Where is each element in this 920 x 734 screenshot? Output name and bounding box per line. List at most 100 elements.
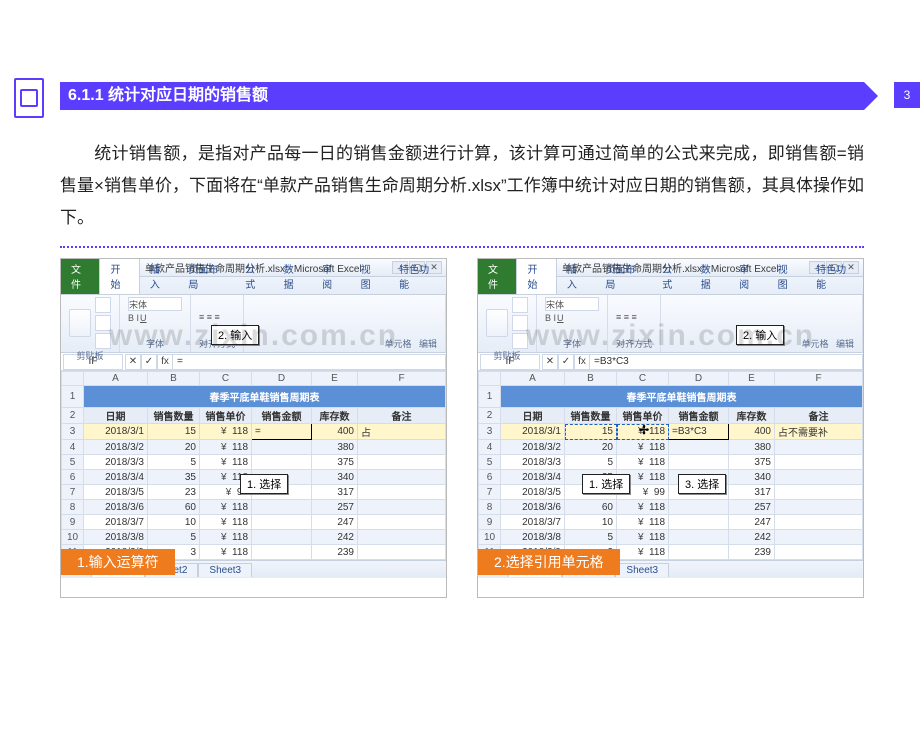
formula-input[interactable]: =	[173, 354, 446, 370]
row-head[interactable]: 6	[479, 470, 501, 485]
tab-insert[interactable]: 插入	[140, 259, 178, 294]
paste-button[interactable]	[69, 309, 91, 337]
tab-view[interactable]: 视图	[768, 259, 806, 294]
col-head[interactable]: D	[669, 372, 729, 386]
ribbon-group-align: ≡ ≡ ≡ 对齐方式	[608, 295, 661, 352]
col-head[interactable]: E	[312, 372, 358, 386]
col-head[interactable]: A	[84, 372, 148, 386]
tab-formulas[interactable]: 公式	[652, 259, 690, 294]
table-row[interactable]: 8 2018/3/6 60¥ 118 257	[479, 500, 863, 515]
ribbon-tabs: 文件 开始 插入 页面布局 公式 数据 审阅 视图 特色功能	[61, 277, 446, 295]
fx-enter-icon[interactable]: ✓	[558, 354, 574, 370]
row-head[interactable]: 3	[62, 424, 84, 440]
fx-enter-icon[interactable]: ✓	[141, 354, 157, 370]
table-row[interactable]: 8 2018/3/6 60¥ 118 257	[62, 500, 446, 515]
tab-home[interactable]: 开始	[516, 258, 556, 294]
row-head[interactable]: 7	[479, 485, 501, 500]
table-row[interactable]: 5 2018/3/3 5¥ 118 375	[479, 455, 863, 470]
row-head[interactable]: 3	[479, 424, 501, 440]
tab-file[interactable]: 文件	[61, 259, 99, 294]
sheet-tab[interactable]: Sheet3	[615, 563, 669, 577]
tab-view[interactable]: 视图	[351, 259, 389, 294]
tab-special[interactable]: 特色功能	[389, 259, 446, 294]
row-head[interactable]: 2	[62, 408, 84, 424]
table-row[interactable]: 3 2018/3/1 15¥ 118= 400占	[62, 424, 446, 440]
tab-insert[interactable]: 插入	[557, 259, 595, 294]
col-amount: 销售金额	[669, 408, 729, 424]
paste-button[interactable]	[486, 309, 508, 337]
row-head[interactable]: 10	[479, 530, 501, 545]
format-painter-button[interactable]	[512, 333, 528, 349]
sheet-tab[interactable]: Sheet3	[198, 563, 252, 577]
copy-button[interactable]	[512, 315, 528, 331]
row-head[interactable]: 7	[62, 485, 84, 500]
col-head[interactable]: B	[565, 372, 617, 386]
cut-button[interactable]	[95, 297, 111, 313]
tab-review[interactable]: 审阅	[312, 259, 350, 294]
intro-paragraph: 统计销售额，是指对产品每一日的销售金额进行计算，该计算可通过简单的公式来完成，即…	[60, 138, 864, 234]
col-head[interactable]: F	[775, 372, 863, 386]
cell-D3[interactable]: =	[252, 424, 312, 440]
font-name-combo[interactable]: 宋体	[128, 297, 182, 311]
table-title: 春季平底单鞋销售周期表	[501, 386, 863, 408]
tab-data[interactable]: 数据	[274, 259, 312, 294]
col-head[interactable]: C	[617, 372, 669, 386]
tab-formulas[interactable]: 公式	[235, 259, 273, 294]
row-head[interactable]: 2	[479, 408, 501, 424]
tab-layout[interactable]: 页面布局	[178, 259, 235, 294]
table-row[interactable]: 10 2018/3/8 5¥ 118 242	[479, 530, 863, 545]
tab-home[interactable]: 开始	[99, 258, 139, 294]
row-head[interactable]: 6	[62, 470, 84, 485]
row-head[interactable]: 9	[479, 515, 501, 530]
ribbon-group-clipboard: 剪贴板	[61, 295, 120, 352]
spreadsheet-grid[interactable]: ABCDEF1 春季平底单鞋销售周期表2 日期 销售数量 销售单价 销售金额 库…	[61, 371, 446, 560]
table-row[interactable]: 6 2018/3/4 35¥ 118 340	[479, 470, 863, 485]
table-row[interactable]: 7 2018/3/5 23¥ 99 317	[479, 485, 863, 500]
fx-insert-icon[interactable]: fx	[157, 354, 173, 370]
row-head[interactable]: 10	[62, 530, 84, 545]
cell-B3[interactable]: 15	[565, 424, 617, 440]
cut-button[interactable]	[512, 297, 528, 313]
tab-data[interactable]: 数据	[691, 259, 729, 294]
row-head[interactable]: 4	[479, 440, 501, 455]
col-head[interactable]: A	[501, 372, 565, 386]
formula-input[interactable]: =B3*C3	[590, 354, 863, 370]
format-painter-button[interactable]	[95, 333, 111, 349]
row-head[interactable]: 8	[62, 500, 84, 515]
row-head[interactable]: 8	[479, 500, 501, 515]
row-head[interactable]: 5	[62, 455, 84, 470]
fx-cancel-icon[interactable]: ✕	[542, 354, 558, 370]
col-head[interactable]: B	[148, 372, 200, 386]
tab-file[interactable]: 文件	[478, 259, 516, 294]
fx-cancel-icon[interactable]: ✕	[125, 354, 141, 370]
col-qty: 销售数量	[148, 408, 200, 424]
table-row[interactable]: 4 2018/3/2 20¥ 118 380	[62, 440, 446, 455]
cell-C3[interactable]: ✢¥ 118	[617, 424, 669, 440]
tab-special[interactable]: 特色功能	[806, 259, 863, 294]
table-row[interactable]: 4 2018/3/2 20¥ 118 380	[479, 440, 863, 455]
fx-insert-icon[interactable]: fx	[574, 354, 590, 370]
table-row[interactable]: 9 2018/3/7 10¥ 118 247	[62, 515, 446, 530]
col-head[interactable]: C	[200, 372, 252, 386]
row-head[interactable]: 1	[479, 386, 501, 408]
copy-button[interactable]	[95, 315, 111, 331]
tab-layout[interactable]: 页面布局	[595, 259, 652, 294]
row-head[interactable]: 5	[479, 455, 501, 470]
table-row[interactable]: 10 2018/3/8 5¥ 118 242	[62, 530, 446, 545]
row-head[interactable]: 4	[62, 440, 84, 455]
col-head[interactable]: F	[358, 372, 446, 386]
row-head[interactable]: 9	[62, 515, 84, 530]
font-name-combo[interactable]: 宋体	[545, 297, 599, 311]
table-row[interactable]: 3 2018/3/1 15✢¥ 118=B3*C3 400占不需要补	[479, 424, 863, 440]
tab-review[interactable]: 审阅	[729, 259, 767, 294]
spreadsheet-grid[interactable]: ABCDEF1 春季平底单鞋销售周期表2 日期 销售数量 销售单价 销售金额 库…	[478, 371, 863, 560]
ribbon-group-font: 宋体 B I U 字体	[537, 295, 608, 352]
table-row[interactable]: 9 2018/3/7 10¥ 118 247	[479, 515, 863, 530]
row-head[interactable]: 1	[62, 386, 84, 408]
table-row[interactable]: 5 2018/3/3 5¥ 118 375	[62, 455, 446, 470]
col-head[interactable]: D	[252, 372, 312, 386]
annotation-input-label: 2. 输入	[211, 325, 259, 345]
screenshot-2: 单款产品销售生命周期分析.xlsx - Microsoft Excel – ▢ …	[477, 258, 864, 598]
cell-D3[interactable]: =B3*C3	[669, 424, 729, 440]
col-head[interactable]: E	[729, 372, 775, 386]
